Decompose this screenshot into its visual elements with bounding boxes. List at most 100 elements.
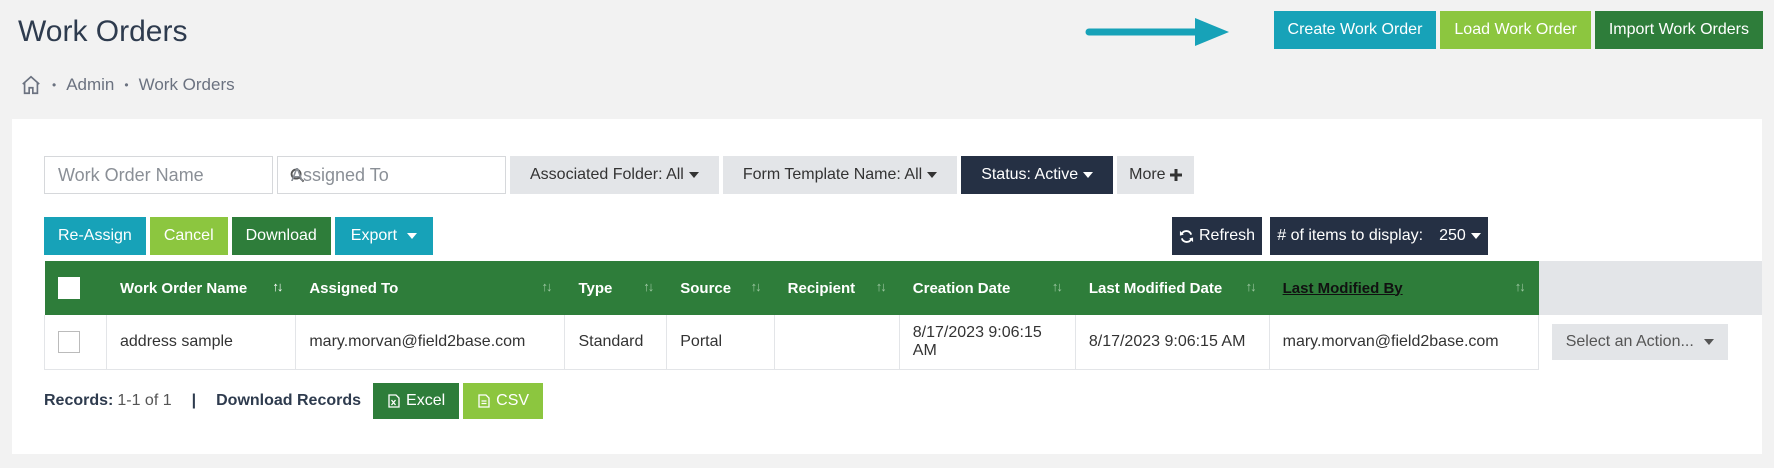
- row-checkbox[interactable]: [58, 330, 80, 353]
- column-header-source[interactable]: Source ↑↓: [666, 261, 775, 315]
- table-footer: Records: 1-1 of 1 | Download Records Exc…: [44, 383, 544, 419]
- download-button[interactable]: Download: [231, 217, 331, 255]
- form-template-label: Form Template Name: All: [742, 166, 923, 183]
- column-label: Recipient: [787, 279, 856, 297]
- export-label: Export: [350, 227, 398, 244]
- sort-icon[interactable]: ↑↓: [1246, 279, 1257, 294]
- items-per-page-select[interactable]: # of items to display: 250: [1270, 217, 1488, 255]
- sort-icon[interactable]: ↑↓: [541, 279, 552, 294]
- column-header-last-modified-date[interactable]: Last Modified Date ↑↓: [1075, 261, 1270, 315]
- download-records-label: Download Records: [216, 392, 362, 409]
- work-orders-table: Work Order Name ↑↓ Assigned To ↑↓ Type ↑…: [44, 261, 1763, 370]
- form-template-filter[interactable]: Form Template Name: All: [722, 156, 958, 194]
- caret-down-icon: [1083, 172, 1094, 178]
- row-action-label: Select an Action...: [1565, 333, 1694, 350]
- cell-last-modified-by: mary.morvan@field2base.com: [1268, 315, 1539, 370]
- column-label: Work Order Name: [120, 279, 248, 297]
- work-orders-card: Associated Folder: All Form Template Nam…: [12, 119, 1763, 454]
- select-all-header: [44, 261, 107, 315]
- column-header-work-order-name[interactable]: Work Order Name ↑↓: [106, 261, 297, 315]
- assigned-to-input[interactable]: [291, 164, 523, 186]
- cell-creation-date: 8/17/2023 9:06:15 AM: [898, 315, 1076, 370]
- breadcrumb-separator: •: [124, 78, 129, 92]
- top-actions: Create Work Order Load Work Order Import…: [1273, 11, 1763, 49]
- cell-source: Portal: [666, 315, 775, 370]
- records-count: 1-1 of 1: [117, 392, 172, 409]
- work-order-name-search: [44, 156, 305, 194]
- caret-down-icon: [927, 172, 938, 178]
- bulk-actions-toolbar: Re-Assign Cancel Download Export: [44, 217, 434, 255]
- select-all-checkbox[interactable]: [57, 277, 80, 299]
- list-controls: Refresh # of items to display: 250: [1172, 217, 1488, 255]
- download-excel-button[interactable]: Excel: [373, 383, 460, 419]
- reassign-button[interactable]: Re-Assign: [44, 217, 146, 255]
- page-title: Work Orders: [18, 15, 188, 48]
- load-work-order-button[interactable]: Load Work Order: [1440, 11, 1591, 49]
- sort-icon[interactable]: ↑↓: [643, 279, 654, 294]
- column-header-type[interactable]: Type ↑↓: [564, 261, 668, 315]
- import-work-orders-button[interactable]: Import Work Orders: [1594, 11, 1763, 49]
- cell-work-order-name: address sample: [105, 315, 297, 370]
- row-select-cell: [44, 315, 107, 370]
- breadcrumb-admin[interactable]: Admin: [66, 75, 114, 95]
- associated-folder-filter[interactable]: Associated Folder: All: [510, 156, 719, 194]
- home-icon[interactable]: [20, 74, 42, 96]
- caret-down-icon: [407, 233, 418, 239]
- cell-assigned-to: mary.morvan@field2base.com: [295, 315, 566, 370]
- items-per-page-value: 250: [1439, 227, 1466, 244]
- refresh-icon: [1179, 229, 1194, 244]
- column-header-recipient[interactable]: Recipient ↑↓: [774, 261, 900, 315]
- column-header-creation-date[interactable]: Creation Date ↑↓: [899, 261, 1076, 315]
- breadcrumb: • Admin • Work Orders: [20, 74, 235, 96]
- status-label: Status: Active: [981, 166, 1079, 183]
- csv-label: CSV: [496, 392, 530, 409]
- sort-icon[interactable]: ↑↓: [751, 279, 762, 294]
- column-header-last-modified-by[interactable]: Last Modified By ↑↓: [1269, 261, 1539, 315]
- sort-icon[interactable]: ↑↓: [1515, 279, 1526, 294]
- caret-down-icon: [688, 172, 699, 178]
- assigned-to-search: [277, 156, 538, 194]
- caret-down-icon: [1470, 233, 1481, 239]
- csv-file-icon: [477, 394, 491, 408]
- arrow-right-icon: [1085, 18, 1229, 46]
- column-header-assigned-to[interactable]: Assigned To ↑↓: [295, 261, 566, 315]
- column-label: Last Modified By: [1282, 279, 1403, 297]
- sort-icon[interactable]: ↑↓: [876, 279, 887, 294]
- breadcrumb-work-orders[interactable]: Work Orders: [139, 75, 235, 95]
- excel-file-icon: [387, 394, 401, 408]
- column-label: Creation Date: [912, 279, 1011, 297]
- table-row[interactable]: address sample mary.morvan@field2base.co…: [44, 315, 1763, 370]
- export-dropdown[interactable]: Export: [334, 217, 434, 255]
- work-order-name-input[interactable]: [58, 164, 290, 186]
- refresh-button[interactable]: Refresh: [1172, 217, 1262, 255]
- cell-last-modified-date: 8/17/2023 9:06:15 AM: [1074, 315, 1270, 370]
- row-action-select[interactable]: Select an Action...: [1551, 324, 1728, 360]
- row-action-cell: Select an Action...: [1538, 315, 1762, 369]
- footer-divider: |: [191, 392, 197, 409]
- plus-icon: [1169, 169, 1182, 181]
- refresh-label: Refresh: [1198, 227, 1256, 244]
- associated-folder-label: Associated Folder: All: [530, 166, 684, 183]
- cancel-button[interactable]: Cancel: [149, 217, 228, 255]
- column-label: Assigned To: [309, 279, 399, 297]
- create-work-order-button[interactable]: Create Work Order: [1273, 11, 1437, 49]
- cell-recipient: [773, 315, 900, 370]
- column-label: Source: [680, 279, 732, 297]
- actions-header: [1538, 261, 1763, 315]
- table-header-row: Work Order Name ↑↓ Assigned To ↑↓ Type ↑…: [44, 261, 1763, 315]
- column-label: Last Modified Date: [1088, 279, 1223, 297]
- sort-icon[interactable]: ↑↓: [1052, 279, 1063, 294]
- status-filter[interactable]: Status: Active: [961, 156, 1114, 194]
- download-csv-button[interactable]: CSV: [463, 383, 544, 419]
- sort-icon[interactable]: ↑↓: [272, 279, 283, 294]
- excel-label: Excel: [406, 392, 446, 409]
- items-per-page-label: # of items to display:: [1277, 227, 1424, 244]
- caret-down-icon: [1703, 339, 1714, 345]
- cell-type: Standard: [564, 315, 668, 370]
- breadcrumb-separator: •: [52, 78, 57, 92]
- more-filters-button[interactable]: More: [1117, 156, 1194, 194]
- filter-bar: Associated Folder: All Form Template Nam…: [44, 156, 1194, 194]
- column-label: Type: [578, 279, 613, 297]
- records-label: Records:: [44, 392, 114, 409]
- more-label: More: [1129, 166, 1166, 183]
